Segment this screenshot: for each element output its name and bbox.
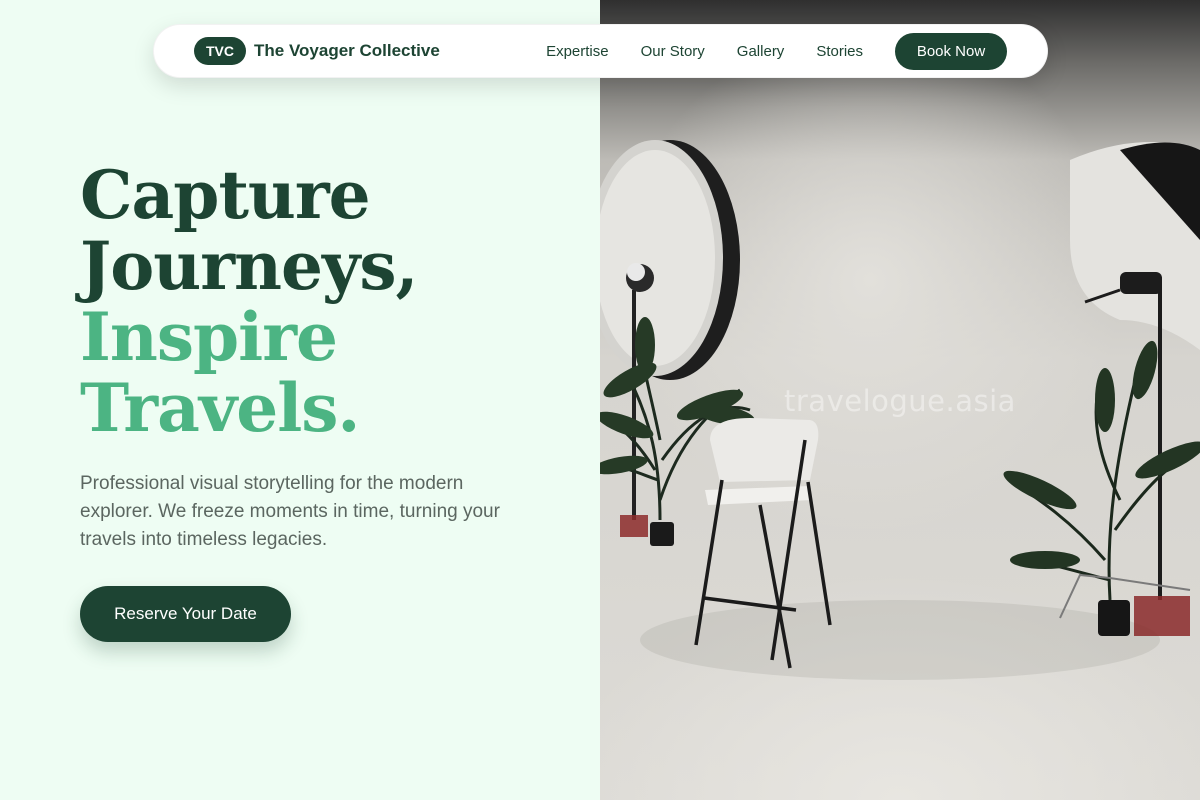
hero-title-line-2: Journeys, [80, 227, 418, 305]
hero-subtitle: Professional visual storytelling for the… [80, 473, 500, 550]
nav-link-gallery[interactable]: Gallery [737, 43, 785, 60]
nav-link-stories[interactable]: Stories [816, 43, 863, 60]
hero-title: Capture Journeys, Inspire Travels. [80, 156, 418, 447]
photo-watermark: travelogue.asia [784, 384, 1016, 418]
hero-title-line-1: Capture [80, 156, 371, 234]
reserve-date-button[interactable]: Reserve Your Date [80, 586, 291, 642]
top-navigation: TVC The Voyager Collective Expertise Our… [153, 24, 1048, 78]
hero-photo: travelogue.asia [600, 0, 1200, 800]
hero-title-line-4: Travels. [80, 369, 360, 447]
nav-links: Expertise Our Story Gallery Stories [546, 43, 863, 60]
brand-name: The Voyager Collective [254, 41, 440, 60]
nav-link-expertise[interactable]: Expertise [546, 43, 609, 60]
nav-link-our-story[interactable]: Our Story [641, 43, 705, 60]
hero-title-line-3: Inspire [80, 298, 338, 376]
book-now-button[interactable]: Book Now [895, 32, 1007, 70]
brand-badge: TVC [194, 37, 246, 65]
brand-logo[interactable]: TVC The Voyager Collective [194, 37, 440, 65]
